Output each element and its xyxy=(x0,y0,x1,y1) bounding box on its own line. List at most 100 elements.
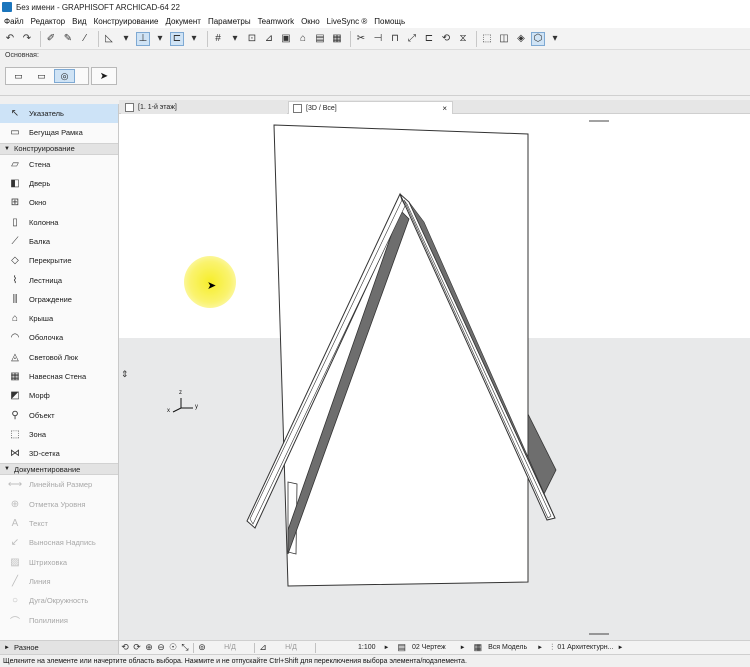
undo-icon[interactable]: ↶ xyxy=(3,32,17,46)
layer-combination-field[interactable]: ▤ 02 Чертеж ► xyxy=(393,642,469,653)
menu-window[interactable]: Окно xyxy=(301,17,320,26)
trace-icon[interactable]: ⊿ xyxy=(262,32,276,46)
tool-label: Навесная Стена xyxy=(29,372,87,381)
rotate-icon[interactable]: ⟲ xyxy=(439,32,453,46)
tool-slab[interactable]: ◇ Перекрытие xyxy=(0,251,118,270)
inject-icon[interactable]: ✎ xyxy=(61,32,75,46)
menu-document[interactable]: Документ xyxy=(165,17,201,26)
intersect-icon[interactable]: ⊓ xyxy=(388,32,402,46)
tool-mesh[interactable]: ⋈ 3D-сетка xyxy=(0,444,118,463)
snap-guides-icon[interactable]: ⊥ xyxy=(136,31,150,46)
fit-icon[interactable]: ⤡ xyxy=(179,642,191,653)
menu-teamwork[interactable]: Teamwork xyxy=(258,17,294,26)
tool-railing[interactable]: ⫼ Ограждение xyxy=(0,290,118,309)
splitter-handle-icon[interactable]: ⇕ xyxy=(121,369,129,380)
menu-livesync[interactable]: LiveSync ® xyxy=(327,17,368,26)
offset-icon[interactable]: ⊏ xyxy=(422,32,436,46)
toolbox-panel: ↖ Указатель ▭ Бегущая Рамка ▼ Конструиро… xyxy=(0,104,119,654)
tool-arc[interactable]: ○ Дуга/Окружность xyxy=(0,591,118,610)
model-view-field[interactable]: ▦ Вся Модель ► xyxy=(470,642,548,653)
group-icon[interactable]: ▦ xyxy=(330,32,344,46)
tab-3d[interactable]: [3D / Все] × xyxy=(288,101,453,114)
zoom-value[interactable]: Н/Д xyxy=(208,644,252,651)
split-icon[interactable]: ✂ xyxy=(354,32,368,46)
tool-curtain-wall[interactable]: ▦ Навесная Стена xyxy=(0,367,118,386)
tool-dimension[interactable]: ⟷ Линейный Размер xyxy=(0,475,118,494)
tool-line[interactable]: ╱ Линия xyxy=(0,572,118,591)
menu-options[interactable]: Параметры xyxy=(208,17,251,26)
3d-window-icon[interactable]: ◫ xyxy=(497,32,511,46)
lock-icon[interactable]: ⌂ xyxy=(296,32,310,46)
pick-up-icon[interactable]: ✐ xyxy=(44,32,58,46)
entire-elements-icon[interactable]: ▭ xyxy=(31,69,52,83)
mirror-icon[interactable]: ⧖ xyxy=(456,32,470,46)
collapse-triangle-icon: ▼ xyxy=(4,466,10,473)
tool-object[interactable]: ⚲ Объект xyxy=(0,405,118,424)
dropdown-icon[interactable]: ▾ xyxy=(119,32,133,46)
zoom-out-icon[interactable]: ⊖ xyxy=(155,642,167,653)
gravity-icon[interactable]: ⊏ xyxy=(170,31,184,46)
dropdown-icon[interactable]: ▾ xyxy=(228,32,242,46)
adjust-icon[interactable]: ⊣ xyxy=(371,32,385,46)
3d-view-icon[interactable]: ⬚ xyxy=(480,32,494,46)
tool-label: Ограждение xyxy=(29,294,72,304)
tool-shell[interactable]: ◠ Оболочка xyxy=(0,328,118,347)
magic-wand-icon[interactable]: ⁄ xyxy=(78,32,92,46)
quick-selection-icon[interactable]: ◎ xyxy=(54,69,75,83)
tool-window[interactable]: ⊞ Окно xyxy=(0,193,118,212)
tool-door[interactable]: ◧ Дверь xyxy=(0,174,118,193)
menu-edit[interactable]: Редактор xyxy=(31,17,65,26)
menu-design[interactable]: Конструирование xyxy=(94,17,159,26)
tool-roof[interactable]: ⌂ Крыша xyxy=(0,309,118,328)
chevron-right-icon: ► xyxy=(537,644,544,651)
section-more[interactable]: ► Разное xyxy=(0,640,118,654)
redo-icon[interactable]: ↷ xyxy=(20,32,34,46)
tab-floor-plan[interactable]: [1. 1-й этаж] xyxy=(121,101,287,114)
zoom-in-icon[interactable]: ⊕ xyxy=(143,642,155,653)
dropdown-icon[interactable]: ▾ xyxy=(187,32,201,46)
info-box: Основная: ▭ ▭ ◎ ➤ xyxy=(0,50,750,96)
orbit-icon[interactable]: ⬡ xyxy=(531,31,545,46)
tool-pointer[interactable]: ↖ Указатель xyxy=(0,104,118,124)
tool-level-dimension[interactable]: ⊕ Отметка Уровня xyxy=(0,495,118,514)
tool-zone[interactable]: ⬚ Зона xyxy=(0,425,118,444)
menu-help[interactable]: Помощь xyxy=(374,17,405,26)
layers-icon[interactable]: ▣ xyxy=(279,32,293,46)
zoom-icon[interactable]: ⊚ xyxy=(196,642,208,653)
tool-morph[interactable]: ◩ Морф xyxy=(0,386,118,405)
partial-elements-icon[interactable]: ▭ xyxy=(8,69,29,83)
dropdown-icon[interactable]: ▾ xyxy=(548,32,562,46)
grid-snap-icon[interactable]: # xyxy=(211,32,225,46)
scale-value: 1:100 xyxy=(358,644,376,651)
pan-icon[interactable]: ⟳ xyxy=(131,642,143,653)
renovation-field[interactable]: ⫶ 01 Архитектурн... ► xyxy=(547,642,627,653)
scale-field[interactable]: 1:100 ► xyxy=(318,644,393,651)
tool-wall[interactable]: ▱ Стена xyxy=(0,155,118,174)
tool-column[interactable]: ▯ Колонна xyxy=(0,212,118,231)
display-icon[interactable]: ▤ xyxy=(313,32,327,46)
tool-label[interactable]: ↙ Выносная Надпись xyxy=(0,533,118,552)
measure-icon[interactable]: ◺ xyxy=(102,32,116,46)
orbit-icon[interactable]: ☉ xyxy=(167,642,179,653)
menu-view[interactable]: Вид xyxy=(72,17,86,26)
section-design[interactable]: ▼ Конструирование xyxy=(0,142,118,155)
angle-icon[interactable]: ⊿ xyxy=(257,642,269,653)
tool-stair[interactable]: ⌇ Лестница xyxy=(0,270,118,289)
tool-beam[interactable]: ⟋ Балка xyxy=(0,232,118,251)
menu-file[interactable]: Файл xyxy=(4,17,24,26)
3d-viewport[interactable]: ➤ ⇕ z y x xyxy=(119,114,750,640)
section-documentation[interactable]: ▼ Документирование xyxy=(0,463,118,476)
resize-icon[interactable]: ⤢ xyxy=(405,32,419,46)
render-icon[interactable]: ◈ xyxy=(514,32,528,46)
rotate-view-icon[interactable]: ⟲ xyxy=(119,642,131,653)
angle-value[interactable]: Н/Д xyxy=(269,644,313,651)
tool-polyline[interactable]: ⌒ Полилиния xyxy=(0,610,118,629)
tool-fill[interactable]: ▨ Штриховка xyxy=(0,553,118,572)
tool-marquee[interactable]: ▭ Бегущая Рамка xyxy=(0,123,118,142)
close-icon[interactable]: × xyxy=(442,104,447,113)
arrow-pointer-icon[interactable]: ➤ xyxy=(91,67,117,85)
tool-text[interactable]: A Текст xyxy=(0,514,118,533)
suspend-groups-icon[interactable]: ⊡ xyxy=(245,32,259,46)
dropdown-icon[interactable]: ▾ xyxy=(153,32,167,46)
tool-skylight[interactable]: ◬ Световой Люк xyxy=(0,348,118,367)
